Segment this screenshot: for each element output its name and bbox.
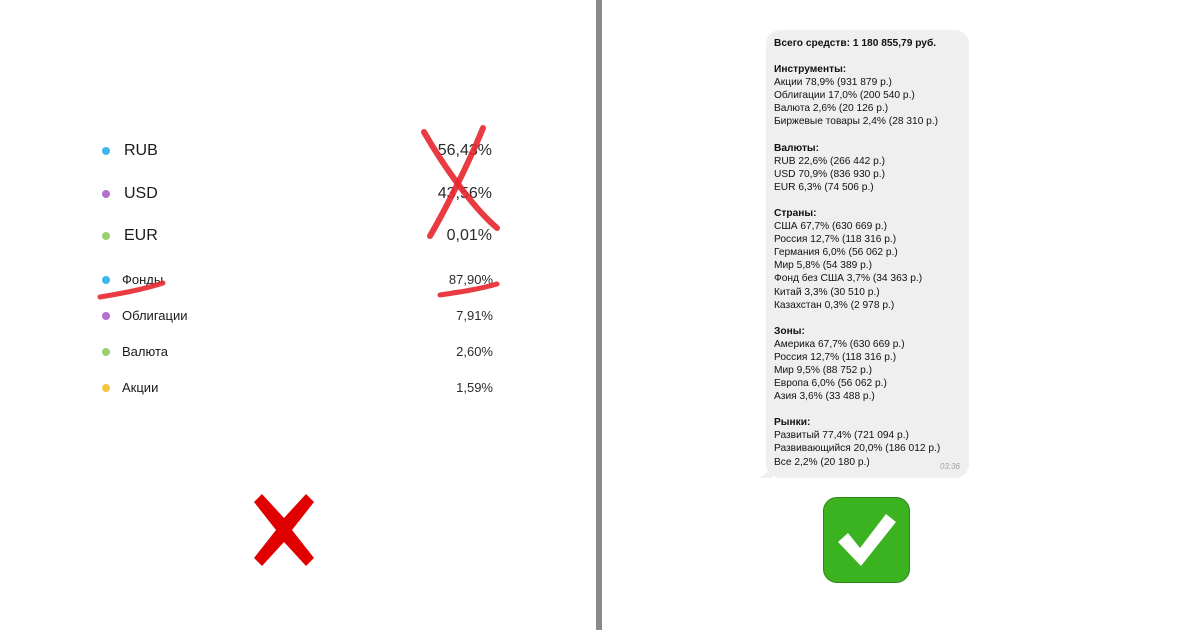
list-item: Биржевые товары 2,4% (28 310 р.) <box>774 116 939 128</box>
left-panel: RUB 56,43% USD 43,56% EUR 0,01% Фонды 87… <box>0 0 596 630</box>
asset-value: 87,90% <box>448 272 493 287</box>
usd-dot-icon <box>102 190 110 198</box>
asset-label: Облигации <box>122 308 188 323</box>
asset-row-stocks: Акции 1,59% <box>100 376 500 400</box>
list-item: Развитый 77,4% (721 094 р.) <box>774 430 909 442</box>
eur-dot-icon <box>102 232 110 240</box>
asset-label: Акции <box>122 380 159 395</box>
panel-divider <box>596 0 602 630</box>
stocks-dot-icon <box>102 384 110 392</box>
list-item: Германия 6,0% (56 062 р.) <box>774 247 898 259</box>
list-item: Казахстан 0,3% (2 978 р.) <box>774 299 895 311</box>
red-cross-mark-icon <box>254 494 314 566</box>
list-item: Азия 3,6% (33 488 р.) <box>774 391 875 403</box>
asset-row-currency: Валюта 2,60% <box>100 340 500 364</box>
funds-dot-icon <box>102 276 110 284</box>
list-item: Россия 12,7% (118 316 р.) <box>774 234 897 246</box>
section-zones: Зоны: Америка 67,7% (630 669 р.) Россия … <box>774 325 969 404</box>
currency-value: 56,43% <box>437 142 492 159</box>
rub-dot-icon <box>102 147 110 155</box>
list-item: Валюта 2,6% (20 126 р.) <box>774 103 889 115</box>
message-time: 03:36 <box>939 461 960 471</box>
section-title: Страны: <box>774 207 817 219</box>
list-item: USD 70,9% (836 930 р.) <box>774 168 885 180</box>
list-item: Акции 78,9% (931 879 р.) <box>774 77 892 89</box>
section-title: Рынки: <box>774 417 811 429</box>
section-instruments: Инструменты: Акции 78,9% (931 879 р.) Об… <box>774 63 969 128</box>
currency-label: USD <box>124 185 158 202</box>
green-check-mark-icon <box>823 497 910 583</box>
section-title: Инструменты: <box>774 64 847 76</box>
section-title: Валюты: <box>774 142 820 154</box>
bonds-dot-icon <box>102 312 110 320</box>
section-countries: Страны: США 67,7% (630 669 р.) Россия 12… <box>774 207 969 312</box>
currency-label: EUR <box>124 227 158 244</box>
asset-value: 1,59% <box>456 380 493 395</box>
asset-value: 7,91% <box>456 308 493 323</box>
section-title: Зоны: <box>774 325 805 337</box>
list-item: Фонд без США 3,7% (34 363 р.) <box>774 273 923 285</box>
list-item: Мир 5,8% (54 389 р.) <box>774 260 872 272</box>
list-item: Россия 12,7% (118 316 р.) <box>774 351 897 363</box>
asset-label: Валюта <box>122 344 168 359</box>
list-item: Европа 6,0% (56 062 р.) <box>774 378 887 390</box>
currency-dot-icon <box>102 348 110 356</box>
asset-row-bonds: Облигации 7,91% <box>100 304 500 328</box>
currency-row-usd: USD 43,56% <box>100 182 500 206</box>
currency-row-eur: EUR 0,01% <box>100 224 500 248</box>
message-bubble: Всего средств: 1 180 855,79 руб. Инструм… <box>766 30 969 478</box>
total-funds: Всего средств: 1 180 855,79 руб. <box>774 38 937 49</box>
currency-value: 0,01% <box>446 227 492 244</box>
currency-row-rub: RUB 56,43% <box>100 139 500 163</box>
list-item: Китай 3,3% (30 510 р.) <box>774 286 880 298</box>
list-item: США 67,7% (630 669 р.) <box>774 221 887 233</box>
currency-value: 43,56% <box>437 185 492 202</box>
asset-value: 2,60% <box>456 344 493 359</box>
list-item: RUB 22,6% (266 442 р.) <box>774 155 885 167</box>
asset-label: Фонды <box>122 272 164 287</box>
list-item: Америка 67,7% (630 669 р.) <box>774 338 905 350</box>
list-item: Облигации 17,0% (200 540 р.) <box>774 90 915 102</box>
list-item: EUR 6,3% (74 506 р.) <box>774 181 874 193</box>
list-item: Развивающийся 20,0% (186 012 р.) <box>774 443 941 455</box>
currency-label: RUB <box>124 142 158 159</box>
asset-row-funds: Фонды 87,90% <box>100 268 500 292</box>
section-currencies: Валюты: RUB 22,6% (266 442 р.) USD 70,9%… <box>774 142 969 194</box>
list-item: Мир 9,5% (88 752 р.) <box>774 364 872 376</box>
